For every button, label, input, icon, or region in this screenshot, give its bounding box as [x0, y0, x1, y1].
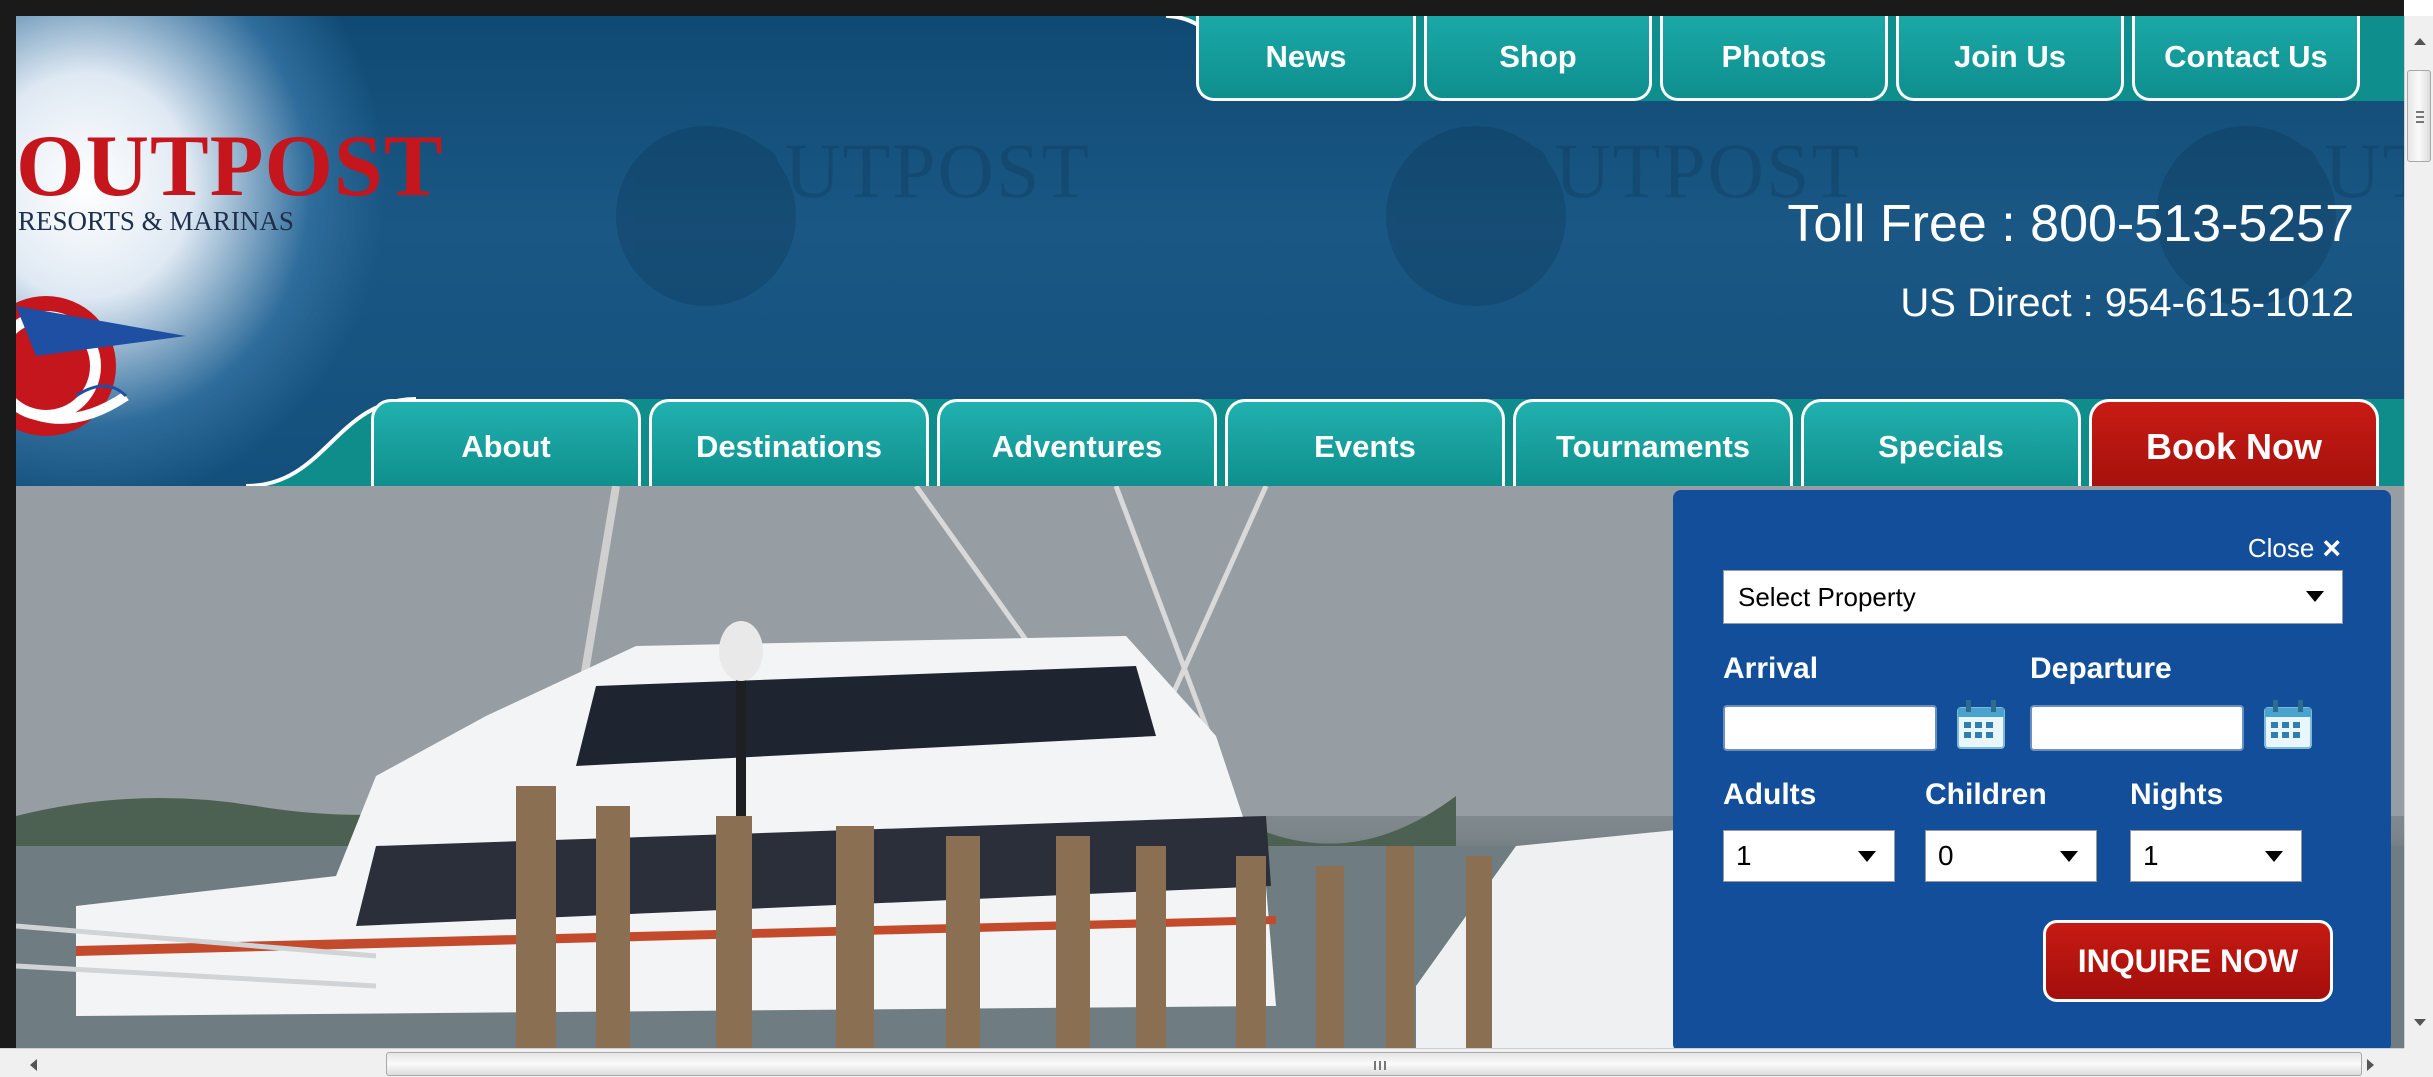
nights-select-value: 1	[2143, 840, 2159, 871]
children-select[interactable]: 0	[1925, 830, 2097, 882]
logo-seal-icon	[16, 296, 186, 436]
scroll-right-icon[interactable]	[2367, 1059, 2374, 1071]
scroll-down-icon[interactable]	[2414, 1019, 2426, 1026]
chevron-down-icon	[1858, 851, 1876, 862]
main-nav: About Destinations Adventures Events Tou…	[371, 399, 2387, 491]
departure-calendar-icon[interactable]	[2263, 698, 2313, 750]
top-nav-news[interactable]: News	[1196, 16, 1416, 101]
logo-subtitle: RESORTS & MARINAS	[18, 206, 294, 236]
top-nav-contact-us[interactable]: Contact Us	[2132, 16, 2360, 101]
top-nav-join-us[interactable]: Join Us	[1896, 16, 2124, 101]
us-direct-number: US Direct : 954-615-1012	[1900, 281, 2354, 325]
scroll-up-icon[interactable]	[2414, 38, 2426, 45]
logo-title: OUTPOST	[16, 118, 444, 215]
departure-date-input[interactable]	[2030, 705, 2244, 751]
nights-select[interactable]: 1	[2130, 830, 2302, 882]
chevron-down-icon	[2060, 851, 2078, 862]
top-nav: News Shop Photos Join Us Contact Us	[1196, 16, 2368, 101]
watermark-logo: OUTPOST	[1346, 86, 1859, 346]
vertical-scrollbar[interactable]	[2404, 16, 2433, 1048]
site-header: OUTPOST OUTPOST OUTPOST OUTPOST RESORTS …	[16, 16, 2404, 491]
top-nav-photos[interactable]: Photos	[1660, 16, 1888, 101]
top-nav-shop[interactable]: Shop	[1424, 16, 1652, 101]
arrival-calendar-icon[interactable]	[1956, 698, 2006, 750]
scroll-left-icon[interactable]	[30, 1059, 37, 1071]
main-nav-specials[interactable]: Specials	[1801, 399, 2081, 491]
children-select-value: 0	[1938, 840, 1954, 871]
property-select-value: Select Property	[1738, 581, 1916, 612]
inquire-now-button[interactable]: INQUIRE NOW	[2043, 920, 2333, 1002]
vertical-scroll-thumb[interactable]	[2407, 70, 2431, 162]
close-label: Close	[2247, 533, 2315, 563]
departure-label: Departure	[2030, 652, 2172, 685]
close-button[interactable]: Close ×	[2248, 530, 2341, 567]
main-nav-adventures[interactable]: Adventures	[937, 399, 1217, 491]
close-icon: ×	[2322, 530, 2341, 566]
horizontal-scroll-thumb[interactable]	[386, 1052, 2362, 1076]
adults-label: Adults	[1723, 778, 1817, 811]
toll-free-number: Toll Free : 800-513-5257	[1787, 195, 2354, 253]
property-select[interactable]: Select Property	[1723, 570, 2343, 624]
children-label: Children	[1925, 778, 2047, 811]
arrival-label: Arrival	[1723, 652, 1819, 685]
watermark-logo: OUTPOST	[576, 86, 1089, 346]
adults-select-value: 1	[1736, 840, 1752, 871]
nights-label: Nights	[2130, 778, 2224, 811]
watermark-text: OUTPOST	[726, 127, 1092, 214]
main-nav-about[interactable]: About	[371, 399, 641, 491]
main-nav-tournaments[interactable]: Tournaments	[1513, 399, 1793, 491]
scrollbar-corner	[2404, 1048, 2433, 1077]
main-nav-book-now[interactable]: Book Now	[2089, 399, 2379, 491]
chevron-down-icon	[2265, 851, 2283, 862]
browser-viewport: OUTPOST OUTPOST OUTPOST OUTPOST RESORTS …	[0, 0, 2404, 1048]
arrival-date-input[interactable]	[1723, 705, 1937, 751]
adults-select[interactable]: 1	[1723, 830, 1895, 882]
main-nav-events[interactable]: Events	[1225, 399, 1505, 491]
booking-panel: Close × Select Property Arrival Departur…	[1673, 490, 2391, 1048]
chevron-down-icon	[2306, 591, 2324, 602]
main-nav-destinations[interactable]: Destinations	[649, 399, 929, 491]
horizontal-scrollbar[interactable]	[0, 1048, 2404, 1077]
